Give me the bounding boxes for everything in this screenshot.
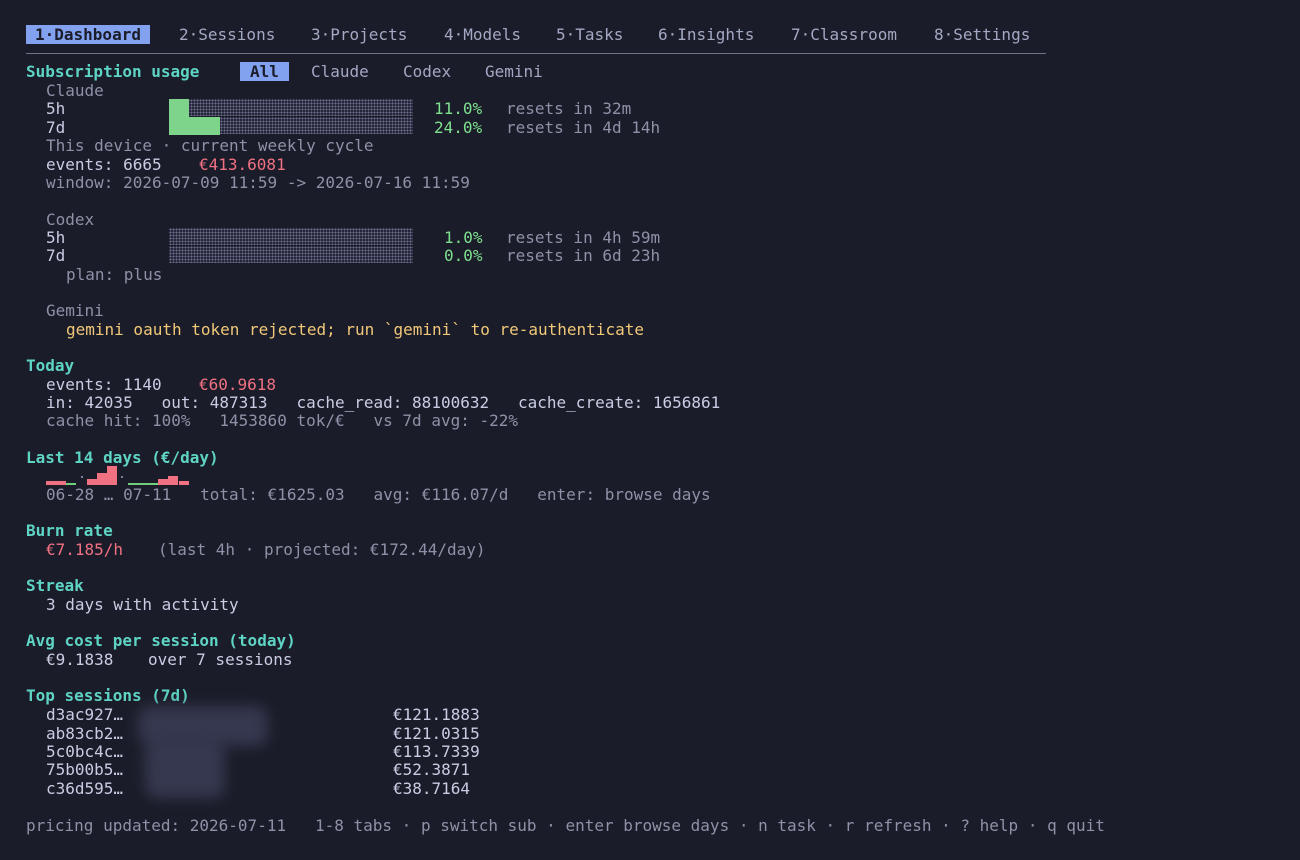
session-id: c36d595…: [46, 779, 124, 798]
claude-5h-bar-track: [169, 99, 413, 116]
today-cache: cache hit: 100% 1453860 tok/€ vs 7d avg:…: [46, 411, 519, 430]
gemini-error: gemini oauth token rejected; run `gemini…: [66, 320, 644, 339]
claude-5h-percent: 11.0%: [434, 99, 483, 118]
gemini-label: Gemini: [46, 301, 104, 320]
session-id: d3ac927…: [46, 705, 124, 724]
last14-sparkline[interactable]: [46, 460, 196, 485]
burn-rate-heading: Burn rate: [26, 521, 113, 540]
claude-5h-label: 5h: [46, 99, 66, 118]
tab-classroom[interactable]: 7·Classroom: [791, 25, 897, 44]
today-tokens: in: 42035 out: 487313 cache_read: 881006…: [46, 393, 721, 412]
claude-bar-joint: [169, 116, 189, 118]
tab-tasks[interactable]: 5·Tasks: [556, 25, 623, 44]
codex-5h-reset: resets in 4h 59m: [506, 228, 661, 247]
codex-plan: plan: plus: [66, 265, 163, 284]
codex-5h-label: 5h: [46, 228, 66, 247]
tab-settings[interactable]: 8·Settings: [934, 25, 1030, 44]
tab-sessions[interactable]: 2·Sessions: [179, 25, 275, 44]
tab-divider: [26, 53, 1046, 54]
claude-window: window: 2026-07-09 11:59 -> 2026-07-16 1…: [46, 173, 470, 192]
claude-7d-bar-fill: [169, 117, 220, 135]
session-id: 75b00b5…: [46, 760, 124, 779]
spark-empty-07-05: [121, 476, 123, 478]
session-cost: €121.0315: [393, 724, 480, 743]
burn-rate-value: €7.185/h: [46, 540, 124, 559]
subscription-usage-heading: Subscription usage: [26, 62, 200, 81]
spark-bar-07-04: [107, 466, 117, 485]
session-id: 5c0bc4c…: [46, 742, 124, 761]
spark-empty-07-01: [81, 476, 83, 478]
avg-cost-detail: over 7 sessions: [148, 650, 293, 669]
claude-5h-reset: resets in 32m: [506, 99, 632, 118]
session-cost: €38.7164: [393, 779, 471, 798]
spark-bar-07-03: [97, 473, 107, 485]
session-id: ab83cb2…: [46, 724, 124, 743]
spark-bar-07-10: [168, 476, 178, 485]
top-sessions-heading: Top sessions (7d): [26, 686, 190, 705]
session-cost: €121.1883: [393, 705, 480, 724]
today-heading: Today: [26, 356, 75, 375]
claude-7d-reset: resets in 4d 14h: [506, 118, 661, 137]
claude-device-note: This device · current weekly cycle: [46, 136, 374, 155]
codex-7d-percent: 0.0%: [444, 246, 483, 265]
claude-label: Claude: [46, 81, 104, 100]
table-row[interactable]: ab83cb2… €121.0315: [0, 724, 600, 743]
table-row[interactable]: c36d595… €38.7164: [0, 779, 600, 798]
filter-all[interactable]: All: [240, 62, 289, 81]
codex-5h-percent: 1.0%: [444, 228, 483, 247]
streak-heading: Streak: [26, 576, 84, 595]
today-events: events: 1140: [46, 375, 162, 394]
streak-text: 3 days with activity: [46, 595, 239, 614]
claude-events-cost: €413.6081: [199, 155, 286, 174]
session-cost: €52.3871: [393, 760, 471, 779]
footer-help: pricing updated: 2026-07-11 1-8 tabs · p…: [26, 816, 1105, 835]
codex-7d-bar-track: [169, 246, 413, 263]
tab-projects[interactable]: 3·Projects: [311, 25, 407, 44]
table-row[interactable]: 75b00b5… €52.3871: [0, 760, 600, 779]
codex-7d-reset: resets in 6d 23h: [506, 246, 661, 265]
table-row[interactable]: d3ac927… €121.1883: [0, 705, 600, 724]
claude-events: events: 6665: [46, 155, 162, 174]
table-row[interactable]: 5c0bc4c… €113.7339: [0, 742, 600, 761]
session-cost: €113.7339: [393, 742, 480, 761]
last14-summary: 06-28 … 07-11 total: €1625.03 avg: €116.…: [46, 485, 711, 504]
filter-codex[interactable]: Codex: [403, 62, 451, 81]
burn-rate-detail: (last 4h · projected: €172.44/day): [158, 540, 486, 559]
claude-7d-percent: 24.0%: [434, 118, 483, 137]
codex-5h-bar-track: [169, 228, 413, 245]
claude-5h-bar-fill: [169, 99, 189, 116]
tab-dashboard[interactable]: 1·Dashboard: [26, 25, 150, 44]
filter-gemini[interactable]: Gemini: [485, 62, 543, 81]
avg-cost-heading: Avg cost per session (today): [26, 631, 296, 650]
avg-cost-value: €9.1838: [46, 650, 114, 669]
tab-insights[interactable]: 6·Insights: [658, 25, 754, 44]
codex-7d-label: 7d: [46, 246, 66, 265]
tab-models[interactable]: 4·Models: [444, 25, 521, 44]
codex-label: Codex: [46, 210, 95, 229]
claude-7d-label: 7d: [46, 118, 66, 137]
today-events-cost: €60.9618: [199, 375, 277, 394]
filter-claude[interactable]: Claude: [311, 62, 369, 81]
